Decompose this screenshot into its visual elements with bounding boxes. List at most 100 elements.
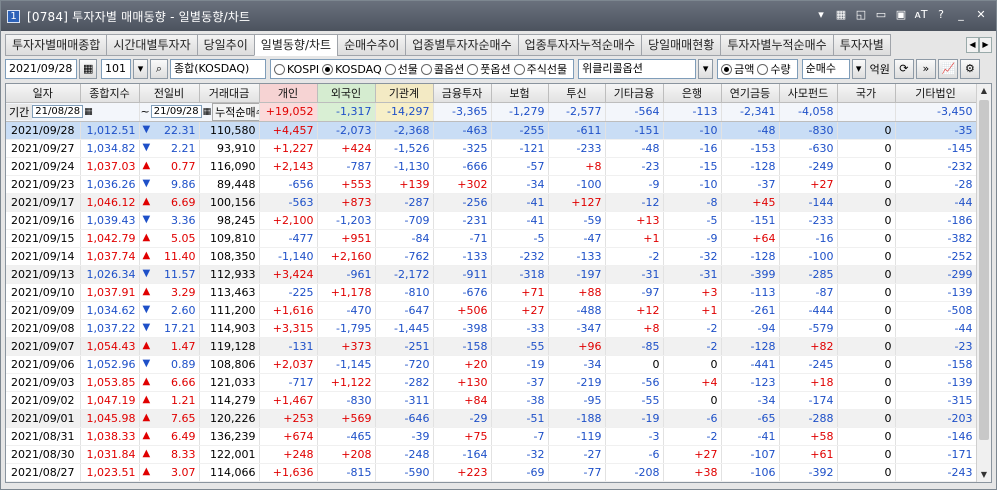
vertical-scrollbar[interactable]: ▲ ▼ xyxy=(976,84,991,482)
column-header[interactable]: 투신 xyxy=(548,84,606,103)
mode-select[interactable]: 순매수 xyxy=(801,59,850,79)
option-dropdown-icon[interactable]: ▾ xyxy=(698,59,714,79)
tab-scroll-left-icon[interactable]: ◀ xyxy=(966,37,979,53)
help-icon[interactable]: ? xyxy=(934,8,948,22)
period-cell[interactable]: 기간 21/08/28 ▦ xyxy=(6,102,140,122)
table-row[interactable]: 2021/08/27 1,023.51 ▲ 3.07 114,066 +1,636 -815… xyxy=(6,463,977,482)
column-header[interactable]: 일자 xyxy=(6,84,81,103)
column-header[interactable]: 종합지수 xyxy=(80,84,140,103)
table-row[interactable]: 2021/09/28 1,012.51 ▼ 22.31 110,580 +4,457 -2,… xyxy=(6,121,977,140)
tab-2[interactable]: 당일추이 xyxy=(196,34,254,56)
market-radio-3[interactable]: 콜옵션 xyxy=(420,61,464,77)
column-header[interactable]: 외국인 xyxy=(317,84,376,103)
option-select[interactable]: 위클리콜옵션 xyxy=(578,59,697,79)
table-row[interactable]: 2021/09/27 1,034.82 ▼ 2.21 93,910 +1,227 +424-… xyxy=(6,139,977,158)
code-dropdown-icon[interactable]: ▾ xyxy=(133,59,148,79)
market-radio-4[interactable]: 풋옵션 xyxy=(467,61,511,77)
table-row[interactable]: 2021/09/13 1,026.34 ▼ 11.57 112,933 +3,424 -96… xyxy=(6,265,977,284)
column-header[interactable]: 국가 xyxy=(837,84,896,103)
image-icon[interactable]: ▣ xyxy=(894,8,908,22)
radio-circle-icon[interactable] xyxy=(757,63,769,75)
table-cell: -7 xyxy=(491,427,549,446)
table-row[interactable]: 2021/09/07 1,054.43 ▲ 1.47 119,128 -131 +373 -2… xyxy=(6,337,977,356)
tab-5[interactable]: 업종별투자자순매수 xyxy=(405,34,518,56)
window-tile-icon[interactable]: ◱ xyxy=(854,8,868,22)
calendar-icon[interactable]: ▦ xyxy=(83,107,94,117)
period-to-cell[interactable]: ~21/09/28▦누적순매수 xyxy=(139,102,260,122)
table-row[interactable]: 2021/09/01 1,045.98 ▲ 7.65 120,226 +253 +569 -6… xyxy=(6,409,977,428)
scroll-down-icon[interactable]: ▼ xyxy=(977,468,991,482)
table-row[interactable]: 2021/09/10 1,037.91 ▲ 3.29 113,463 -225 +1,178… xyxy=(6,283,977,302)
chart-icon[interactable]: 📈 xyxy=(937,59,958,79)
table-row[interactable]: 2021/09/24 1,037.03 ▲ 0.77 116,090 +2,143 -787… xyxy=(6,157,977,176)
unit-radio-1[interactable]: 수량 xyxy=(757,61,791,77)
table-row[interactable]: 2021/09/15 1,042.79 ▲ 5.05 109,810 -477 +951 -8… xyxy=(6,229,977,248)
restore-icon[interactable]: ▭ xyxy=(874,8,888,22)
market-radio-1[interactable]: KOSDAQ xyxy=(322,63,382,76)
radio-circle-icon[interactable] xyxy=(420,63,432,75)
radio-circle-icon[interactable] xyxy=(274,63,285,75)
column-header[interactable]: 전일비 xyxy=(139,84,200,103)
market-radio-2[interactable]: 선물 xyxy=(384,61,418,77)
close-icon[interactable]: ✕ xyxy=(974,8,988,22)
table-row[interactable]: 2021/08/30 1,031.84 ▲ 8.33 122,001 +248 +208 -2… xyxy=(6,445,977,464)
table-cell: -34 xyxy=(491,175,549,194)
refresh-icon[interactable]: ⟳ xyxy=(893,59,914,79)
grid-icon[interactable]: ▦ xyxy=(834,8,848,22)
tab-9[interactable]: 투자자별 xyxy=(832,34,891,56)
date-input[interactable]: 2021/09/28 xyxy=(5,59,77,79)
column-header[interactable]: 금융투자 xyxy=(433,84,492,103)
column-header[interactable]: 사모펀드 xyxy=(779,84,838,103)
calendar-icon[interactable]: ▦ xyxy=(202,107,213,117)
radio-circle-icon[interactable] xyxy=(721,63,733,75)
unit-radio-0[interactable]: 금액 xyxy=(721,61,754,77)
tab-6[interactable]: 업종투자자누적순매수 xyxy=(517,34,642,56)
tab-1[interactable]: 시간대별투자자 xyxy=(106,34,197,56)
table-cell: 108,806 xyxy=(199,355,260,374)
table-row[interactable]: 2021/09/08 1,037.22 ▼ 17.21 114,903 +3,315 -1,… xyxy=(6,319,977,338)
scroll-thumb[interactable] xyxy=(979,100,989,440)
radio-circle-icon[interactable] xyxy=(513,63,525,75)
table-row[interactable]: 2021/09/09 1,034.62 ▼ 2.60 111,200 +1,616 -470… xyxy=(6,301,977,320)
column-header[interactable]: 보험 xyxy=(491,84,549,103)
tab-8[interactable]: 투자자별누적순매수 xyxy=(720,34,833,56)
market-radio-5[interactable]: 주식선물 xyxy=(513,61,567,77)
font-size-icon[interactable]: ᴀT xyxy=(914,8,928,22)
tab-4[interactable]: 순매수추이 xyxy=(337,34,406,56)
column-header[interactable]: 기관계 xyxy=(375,84,434,103)
table-cell: 0 xyxy=(837,319,896,338)
period-to-input[interactable]: 21/09/28 xyxy=(150,105,202,118)
mode-dropdown-icon[interactable]: ▾ xyxy=(851,59,866,79)
column-header[interactable]: 기타법인 xyxy=(895,84,977,103)
calendar-icon[interactable]: ▦ xyxy=(79,59,97,79)
gear-icon[interactable]: ⚙ xyxy=(959,59,980,79)
table-row[interactable]: 2021/09/06 1,052.96 ▼ 0.89 108,806 +2,037 -1,1… xyxy=(6,355,977,374)
market-radio-0[interactable]: KOSPI xyxy=(274,63,319,76)
column-header[interactable]: 기타금융 xyxy=(605,84,664,103)
radio-circle-icon[interactable] xyxy=(384,63,396,75)
table-row[interactable]: 2021/09/02 1,047.19 ▲ 1.21 114,279 +1,467 -830… xyxy=(6,391,977,410)
table-row[interactable]: 2021/08/31 1,038.33 ▲ 6.49 136,239 +674 -465 -3… xyxy=(6,427,977,446)
next-icon[interactable]: » xyxy=(915,59,936,79)
radio-circle-icon[interactable] xyxy=(467,63,479,75)
tab-7[interactable]: 당일매매현황 xyxy=(641,34,721,56)
code-input[interactable]: 101 xyxy=(101,59,131,79)
tab-3[interactable]: 일별동향/차트 xyxy=(253,34,338,56)
chevron-down-icon[interactable]: ▾ xyxy=(814,8,828,22)
table-row[interactable]: 2021/09/23 1,036.26 ▼ 9.86 89,448 -656 +553 +13… xyxy=(6,175,977,194)
period-from-input[interactable]: 21/08/28 xyxy=(32,105,84,118)
tab-0[interactable]: 투자자별매매종합 xyxy=(5,34,107,56)
column-header[interactable]: 연기금등 xyxy=(721,84,780,103)
column-header[interactable]: 개인 xyxy=(259,84,318,103)
search-icon[interactable]: ⌕ xyxy=(150,59,168,79)
radio-circle-icon[interactable] xyxy=(322,63,334,75)
table-row[interactable]: 2021/09/17 1,046.12 ▲ 6.69 100,156 -563 +873 -2… xyxy=(6,193,977,212)
table-row[interactable]: 2021/09/14 1,037.74 ▲ 11.40 108,350 -1,140 +2,… xyxy=(6,247,977,266)
column-header[interactable]: 은행 xyxy=(663,84,722,103)
table-row[interactable]: 2021/09/03 1,053.85 ▲ 6.66 121,033 -717 +1,122… xyxy=(6,373,977,392)
column-header[interactable]: 거래대금 xyxy=(199,84,260,103)
scroll-up-icon[interactable]: ▲ xyxy=(977,84,991,98)
tab-scroll-right-icon[interactable]: ▶ xyxy=(979,37,992,53)
minimize-icon[interactable]: _ xyxy=(954,8,968,22)
table-row[interactable]: 2021/09/16 1,039.43 ▼ 3.36 98,245 +2,100 -1,20… xyxy=(6,211,977,230)
